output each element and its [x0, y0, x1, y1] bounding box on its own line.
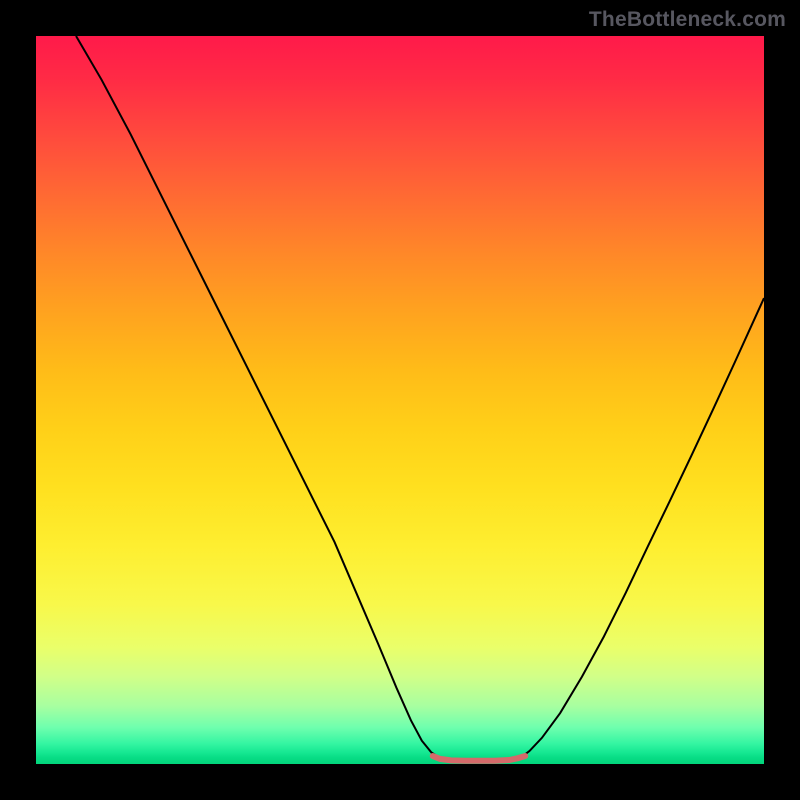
background-gradient	[36, 36, 764, 764]
plot-area	[36, 36, 764, 764]
outer-frame: TheBottleneck.com	[0, 0, 800, 800]
watermark-text: TheBottleneck.com	[589, 8, 786, 32]
